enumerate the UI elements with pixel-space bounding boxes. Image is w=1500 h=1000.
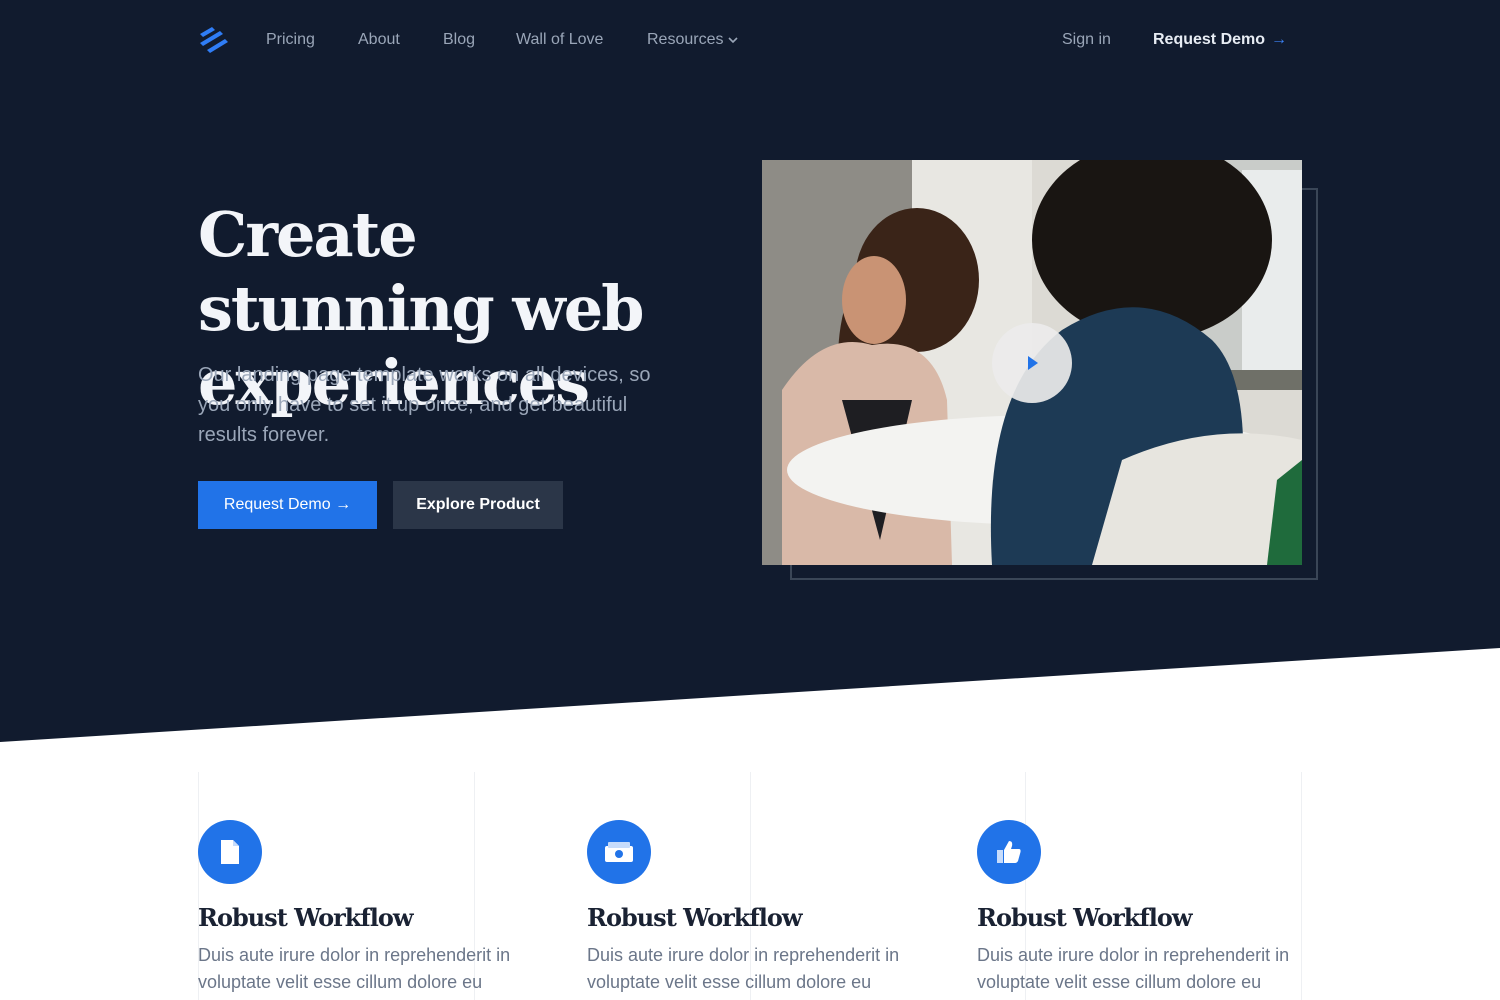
thumbs-up-icon (977, 820, 1041, 884)
nav-link-about[interactable]: About (358, 30, 400, 50)
feature-card: Robust Workflow Duis aute irure dolor in… (198, 820, 538, 996)
nav-request-demo-link[interactable]: Request Demo → (1153, 30, 1287, 50)
request-demo-button[interactable]: Request Demo → (198, 481, 377, 529)
feature-title: Robust Workflow (198, 903, 414, 932)
arrow-right-icon: → (1271, 31, 1288, 48)
feature-text: Duis aute irure dolor in reprehenderit i… (977, 945, 1290, 992)
feature-card: Robust Workflow Duis aute irure dolor in… (587, 820, 927, 996)
nav-link-pricing[interactable]: Pricing (266, 30, 315, 50)
nav-request-demo-label: Request Demo (1153, 31, 1266, 48)
money-icon (587, 820, 651, 884)
feature-title: Robust Workflow (587, 903, 803, 932)
nav-resources-dropdown[interactable]: Resources (647, 30, 739, 50)
explore-product-button[interactable]: Explore Product (393, 481, 563, 529)
play-video-button[interactable] (992, 323, 1072, 403)
top-navigation: Pricing About Blog Wall of Love Resource… (0, 0, 1500, 80)
play-icon (1028, 356, 1038, 370)
nav-link-blog[interactable]: Blog (443, 30, 475, 50)
nav-link-wall-of-love[interactable]: Wall of Love (516, 30, 603, 50)
nav-resources-label: Resources (647, 31, 724, 48)
sign-in-link[interactable]: Sign in (1062, 30, 1111, 50)
feature-text: Duis aute irure dolor in reprehenderit i… (198, 945, 511, 992)
hero-subtitle: Our landing page template works on all d… (198, 364, 651, 446)
feature-card: Robust Workflow Duis aute irure dolor in… (977, 820, 1317, 996)
chevron-down-icon (728, 37, 739, 44)
feature-text: Duis aute irure dolor in reprehenderit i… (587, 945, 900, 992)
logo-icon[interactable] (198, 26, 230, 54)
feature-title: Robust Workflow (977, 903, 1193, 932)
document-icon (198, 820, 262, 884)
